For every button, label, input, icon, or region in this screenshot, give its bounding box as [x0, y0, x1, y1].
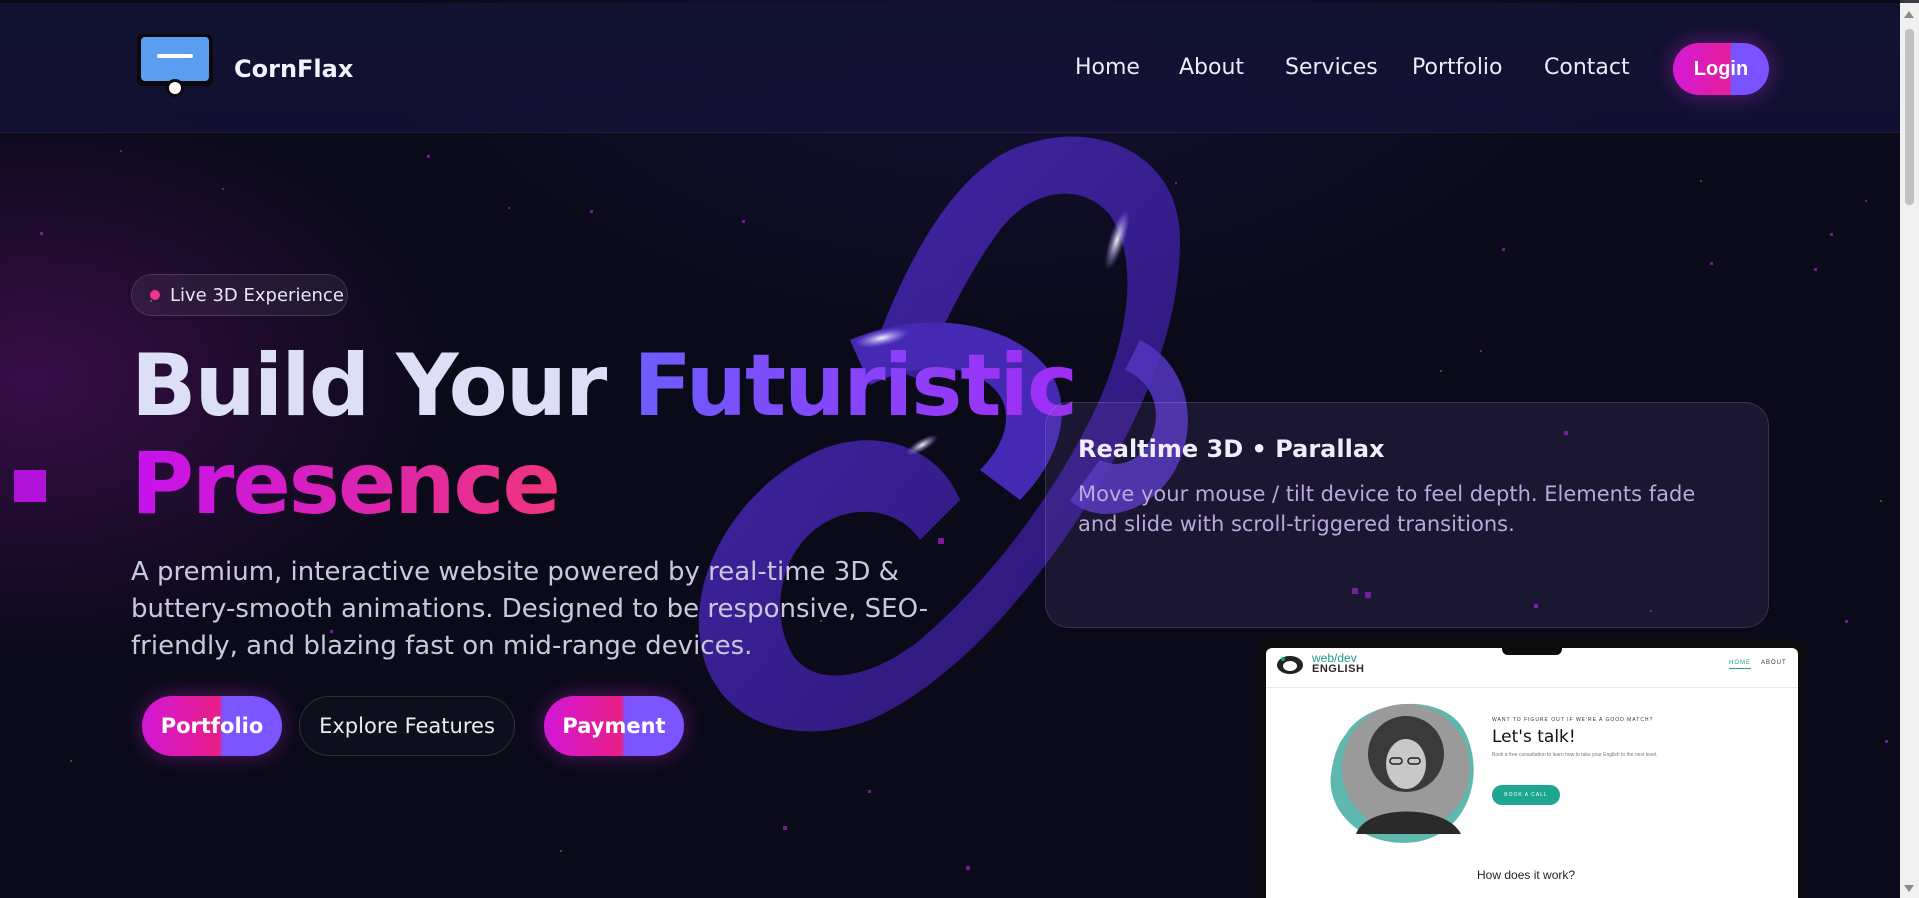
badge-label: Live 3D Experience	[170, 284, 344, 306]
hero-title-line1: Build Your Futuristic	[131, 336, 1078, 436]
feature-card: Realtime 3D • Parallax Move your mouse /…	[1045, 402, 1769, 628]
payment-button[interactable]: Payment	[544, 696, 684, 756]
explore-features-button[interactable]: Explore Features	[299, 696, 515, 756]
preview-kicker: WANT TO FIGURE OUT IF WE'RE A GOOD MATCH…	[1492, 717, 1654, 723]
preview-cta-button: BOOK A CALL	[1492, 785, 1560, 805]
live-3d-badge: Live 3D Experience	[131, 274, 348, 316]
preview-heading: Let's talk!	[1492, 727, 1576, 747]
feature-card-title: Realtime 3D • Parallax	[1078, 435, 1385, 463]
preview-brand: web/dev ENGLISH	[1312, 652, 1365, 675]
nav-about[interactable]: About	[1179, 55, 1244, 80]
preview-nav-home: HOME	[1729, 660, 1751, 669]
scroll-down-arrow-icon[interactable]	[1904, 885, 1914, 892]
laptop-notch	[1502, 641, 1562, 655]
preview-divider	[1266, 687, 1798, 688]
title-futuristic: Futuristic	[633, 336, 1078, 436]
nav-services[interactable]: Services	[1285, 55, 1378, 80]
preview-nav-about: ABOUT	[1761, 660, 1787, 666]
scroll-up-arrow-icon[interactable]	[1904, 11, 1914, 18]
title-presence: Presence	[131, 434, 561, 534]
site-header: CornFlax Home About Services Portfolio C…	[0, 3, 1900, 133]
preview-question: How does it work?	[1477, 868, 1576, 882]
hero-title-line2: Presence	[131, 434, 561, 534]
nav-home[interactable]: Home	[1075, 55, 1140, 80]
page-scrollbar[interactable]	[1900, 3, 1919, 898]
nav-portfolio[interactable]: Portfolio	[1412, 55, 1503, 80]
portfolio-button[interactable]: Portfolio	[142, 696, 282, 756]
login-button[interactable]: Login	[1673, 43, 1769, 95]
laptop-screen: web/dev ENGLISH HOME ABOUT WANT TO FIGUR…	[1266, 648, 1798, 898]
monitor-icon[interactable]	[135, 32, 215, 98]
preview-logo-icon	[1277, 656, 1303, 674]
brand-name[interactable]: CornFlax	[234, 55, 353, 83]
preview-body: Book a free consultation to learn how to…	[1492, 752, 1658, 758]
feature-card-text: Move your mouse / tilt device to feel de…	[1078, 482, 1696, 536]
status-dot-icon	[150, 290, 160, 300]
hero-description: A premium, interactive website powered b…	[131, 557, 929, 661]
laptop-preview: web/dev ENGLISH HOME ABOUT WANT TO FIGUR…	[1259, 641, 1805, 898]
preview-portrait-image	[1330, 703, 1474, 843]
preview-brand-line2: ENGLISH	[1312, 663, 1365, 675]
nav-contact[interactable]: Contact	[1544, 55, 1630, 80]
title-build-your: Build Your	[131, 336, 634, 436]
scrollbar-thumb[interactable]	[1905, 29, 1914, 205]
decorative-square	[14, 470, 46, 502]
